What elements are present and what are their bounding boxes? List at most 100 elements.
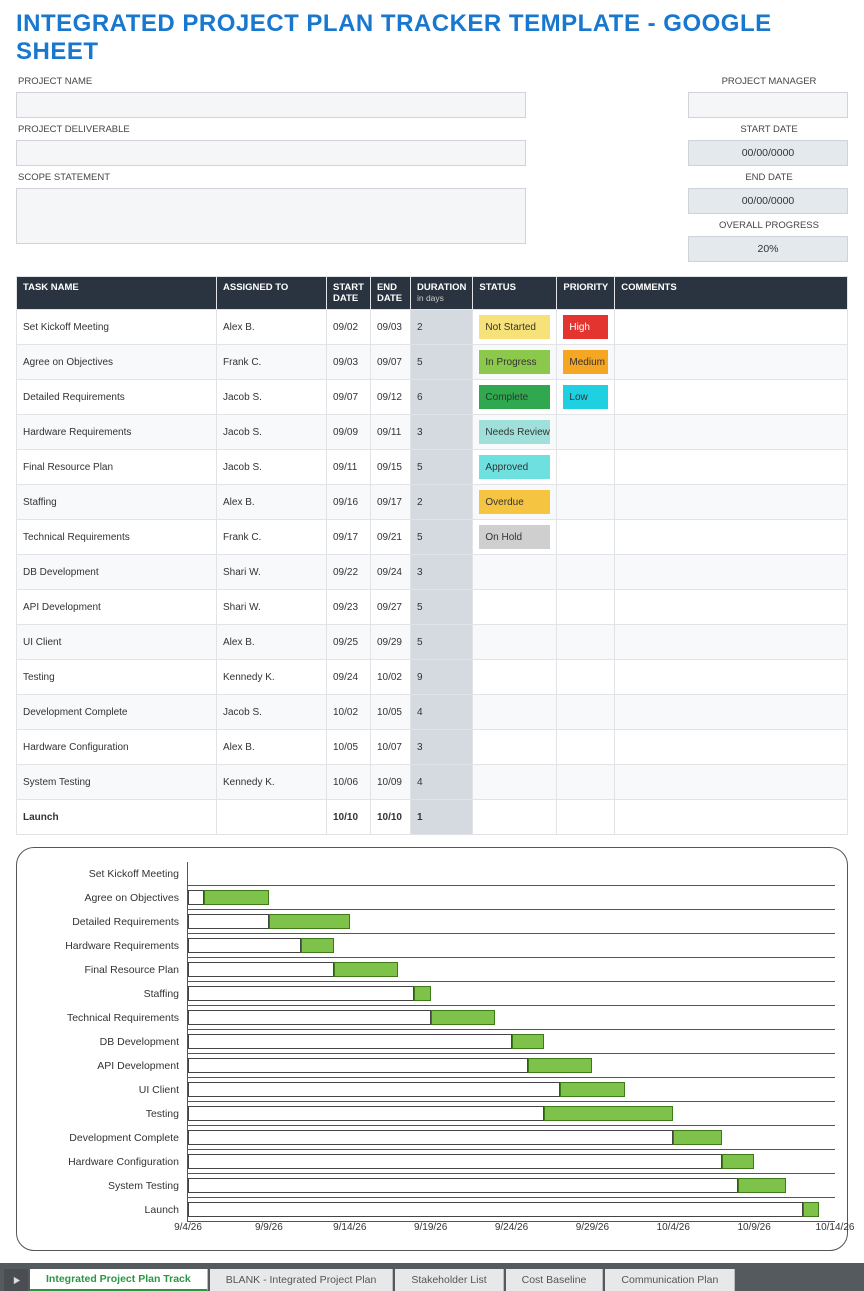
status-cell[interactable]	[473, 765, 557, 800]
status-cell[interactable]	[473, 695, 557, 730]
table-row[interactable]: StaffingAlex B.09/1609/172Overdue	[17, 485, 848, 520]
duration-cell[interactable]: 4	[410, 695, 472, 730]
start-cell[interactable]: 10/05	[327, 730, 371, 765]
assigned-cell[interactable]: Jacob S.	[217, 450, 327, 485]
comments-cell[interactable]	[615, 520, 848, 555]
table-row[interactable]: Hardware ConfigurationAlex B.10/0510/073	[17, 730, 848, 765]
project-deliverable-input[interactable]	[16, 140, 526, 166]
start-cell[interactable]: 09/09	[327, 415, 371, 450]
comments-cell[interactable]	[615, 590, 848, 625]
end-cell[interactable]: 09/11	[370, 415, 410, 450]
table-row[interactable]: API DevelopmentShari W.09/2309/275	[17, 590, 848, 625]
comments-cell[interactable]	[615, 800, 848, 835]
status-cell[interactable]: Needs Review	[473, 415, 557, 450]
end-cell[interactable]: 09/21	[370, 520, 410, 555]
end-cell[interactable]: 09/07	[370, 345, 410, 380]
assigned-cell[interactable]	[217, 800, 327, 835]
end-cell[interactable]: 10/05	[370, 695, 410, 730]
start-cell[interactable]: 09/24	[327, 660, 371, 695]
assigned-cell[interactable]: Jacob S.	[217, 415, 327, 450]
status-cell[interactable]: On Hold	[473, 520, 557, 555]
start-cell[interactable]: 09/03	[327, 345, 371, 380]
table-row[interactable]: Set Kickoff MeetingAlex B.09/0209/032Not…	[17, 310, 848, 345]
duration-cell[interactable]: 3	[410, 415, 472, 450]
sheet-tab[interactable]: BLANK - Integrated Project Plan	[210, 1269, 394, 1291]
comments-cell[interactable]	[615, 345, 848, 380]
task-name-cell[interactable]: API Development	[17, 590, 217, 625]
start-cell[interactable]: 09/11	[327, 450, 371, 485]
assigned-cell[interactable]: Frank C.	[217, 345, 327, 380]
status-cell[interactable]: In Progress	[473, 345, 557, 380]
assigned-cell[interactable]: Kennedy K.	[217, 765, 327, 800]
priority-cell[interactable]	[557, 625, 615, 660]
comments-cell[interactable]	[615, 730, 848, 765]
duration-cell[interactable]: 9	[410, 660, 472, 695]
priority-cell[interactable]	[557, 765, 615, 800]
status-cell[interactable]: Complete	[473, 380, 557, 415]
end-cell[interactable]: 09/24	[370, 555, 410, 590]
priority-cell[interactable]	[557, 555, 615, 590]
project-name-input[interactable]	[16, 92, 526, 118]
scope-statement-input[interactable]	[16, 188, 526, 244]
priority-cell[interactable]	[557, 485, 615, 520]
end-cell[interactable]: 09/27	[370, 590, 410, 625]
comments-cell[interactable]	[615, 625, 848, 660]
task-name-cell[interactable]: Hardware Requirements	[17, 415, 217, 450]
task-name-cell[interactable]: Technical Requirements	[17, 520, 217, 555]
assigned-cell[interactable]: Alex B.	[217, 625, 327, 660]
duration-cell[interactable]: 5	[410, 590, 472, 625]
start-cell[interactable]: 09/25	[327, 625, 371, 660]
table-row[interactable]: Agree on ObjectivesFrank C.09/0309/075In…	[17, 345, 848, 380]
start-cell[interactable]: 10/10	[327, 800, 371, 835]
start-date-display[interactable]: 00/00/0000	[688, 140, 848, 166]
end-cell[interactable]: 09/12	[370, 380, 410, 415]
tab-menu-button[interactable]	[4, 1269, 28, 1291]
sheet-tab[interactable]: Stakeholder List	[395, 1269, 503, 1291]
duration-cell[interactable]: 3	[410, 730, 472, 765]
comments-cell[interactable]	[615, 765, 848, 800]
assigned-cell[interactable]: Kennedy K.	[217, 660, 327, 695]
assigned-cell[interactable]: Alex B.	[217, 730, 327, 765]
project-manager-input[interactable]	[688, 92, 848, 118]
priority-cell[interactable]	[557, 695, 615, 730]
task-name-cell[interactable]: UI Client	[17, 625, 217, 660]
task-name-cell[interactable]: System Testing	[17, 765, 217, 800]
assigned-cell[interactable]: Frank C.	[217, 520, 327, 555]
comments-cell[interactable]	[615, 695, 848, 730]
task-name-cell[interactable]: Staffing	[17, 485, 217, 520]
duration-cell[interactable]: 3	[410, 555, 472, 590]
assigned-cell[interactable]: Alex B.	[217, 310, 327, 345]
priority-cell[interactable]	[557, 590, 615, 625]
duration-cell[interactable]: 5	[410, 625, 472, 660]
end-cell[interactable]: 10/09	[370, 765, 410, 800]
table-row[interactable]: TestingKennedy K.09/2410/029	[17, 660, 848, 695]
priority-cell[interactable]: High	[557, 310, 615, 345]
task-name-cell[interactable]: Hardware Configuration	[17, 730, 217, 765]
task-name-cell[interactable]: Set Kickoff Meeting	[17, 310, 217, 345]
comments-cell[interactable]	[615, 555, 848, 590]
duration-cell[interactable]: 5	[410, 520, 472, 555]
duration-cell[interactable]: 6	[410, 380, 472, 415]
start-cell[interactable]: 10/02	[327, 695, 371, 730]
table-row[interactable]: Detailed RequirementsJacob S.09/0709/126…	[17, 380, 848, 415]
task-name-cell[interactable]: Launch	[17, 800, 217, 835]
start-cell[interactable]: 09/22	[327, 555, 371, 590]
status-cell[interactable]	[473, 660, 557, 695]
status-cell[interactable]: Overdue	[473, 485, 557, 520]
task-name-cell[interactable]: Testing	[17, 660, 217, 695]
table-row[interactable]: DB DevelopmentShari W.09/2209/243	[17, 555, 848, 590]
table-row[interactable]: System TestingKennedy K.10/0610/094	[17, 765, 848, 800]
assigned-cell[interactable]: Jacob S.	[217, 380, 327, 415]
comments-cell[interactable]	[615, 310, 848, 345]
table-row[interactable]: Hardware RequirementsJacob S.09/0909/113…	[17, 415, 848, 450]
start-cell[interactable]: 09/23	[327, 590, 371, 625]
duration-cell[interactable]: 1	[410, 800, 472, 835]
table-row[interactable]: Launch10/1010/101	[17, 800, 848, 835]
comments-cell[interactable]	[615, 415, 848, 450]
priority-cell[interactable]	[557, 660, 615, 695]
end-cell[interactable]: 10/02	[370, 660, 410, 695]
comments-cell[interactable]	[615, 485, 848, 520]
status-cell[interactable]	[473, 590, 557, 625]
assigned-cell[interactable]: Alex B.	[217, 485, 327, 520]
task-name-cell[interactable]: Detailed Requirements	[17, 380, 217, 415]
